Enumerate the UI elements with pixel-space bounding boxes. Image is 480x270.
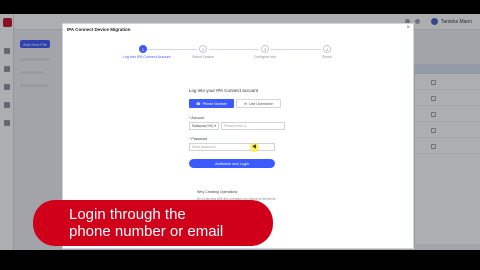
step-select-device: 2 Select Device [183,45,223,59]
video-caption: Login through the phone number or email [33,200,273,246]
caption-line-2: phone number or email [69,223,224,240]
login-method-toggle: ☎ Phone Number ✉ Use Username [189,99,285,108]
password-input[interactable]: Enter password [189,143,275,151]
step-finish: 4 Finish [307,45,347,59]
close-icon[interactable]: × [406,25,410,31]
step-number: 3 [261,45,269,53]
dialog-title: IPA Connect Device Migration [67,27,131,32]
tab-label: Phone Number [202,101,227,106]
step-label: Select Device [192,55,214,59]
phone-number-tab[interactable]: ☎ Phone Number [189,99,234,108]
phone-input[interactable]: Please enter a [221,122,285,130]
step-login: 1 Log Into IPA Connect Account [123,45,171,59]
username-tab[interactable]: ✉ Use Username [236,99,281,108]
tab-label: Use Username [249,101,273,106]
user-icon: ✉ [244,101,248,106]
note-heading: Why Creating Operations [197,190,238,194]
country-code-select[interactable]: Malaysia(+60) ▾ [189,122,219,130]
authorize-login-button[interactable]: Authorize and Login [189,159,275,168]
step-label: Finish [322,55,332,59]
country-code-value: Malaysia(+60) [192,124,214,128]
form-title: Log into your IPA Connect account [189,88,258,93]
step-configure: 3 Configure Info [245,45,285,59]
step-number: 4 [323,45,331,53]
phone-icon: ☎ [196,101,201,106]
login-form: Log into your IPA Connect account ☎ Phon… [189,88,285,168]
chevron-down-icon: ▾ [214,124,216,128]
caption-line-1: Login through the [69,206,186,223]
mouse-cursor [250,143,259,152]
step-number: 2 [199,45,207,53]
account-label: * Account [189,116,205,120]
stepper: 1 Log Into IPA Connect Account 2 Select … [123,45,353,67]
password-label: * Password [189,137,208,141]
step-label: Log Into IPA Connect Account [123,55,171,59]
step-number: 1 [139,45,147,53]
phone-row: Malaysia(+60) ▾ Please enter a [189,122,285,130]
step-label: Configure Info [253,55,277,59]
